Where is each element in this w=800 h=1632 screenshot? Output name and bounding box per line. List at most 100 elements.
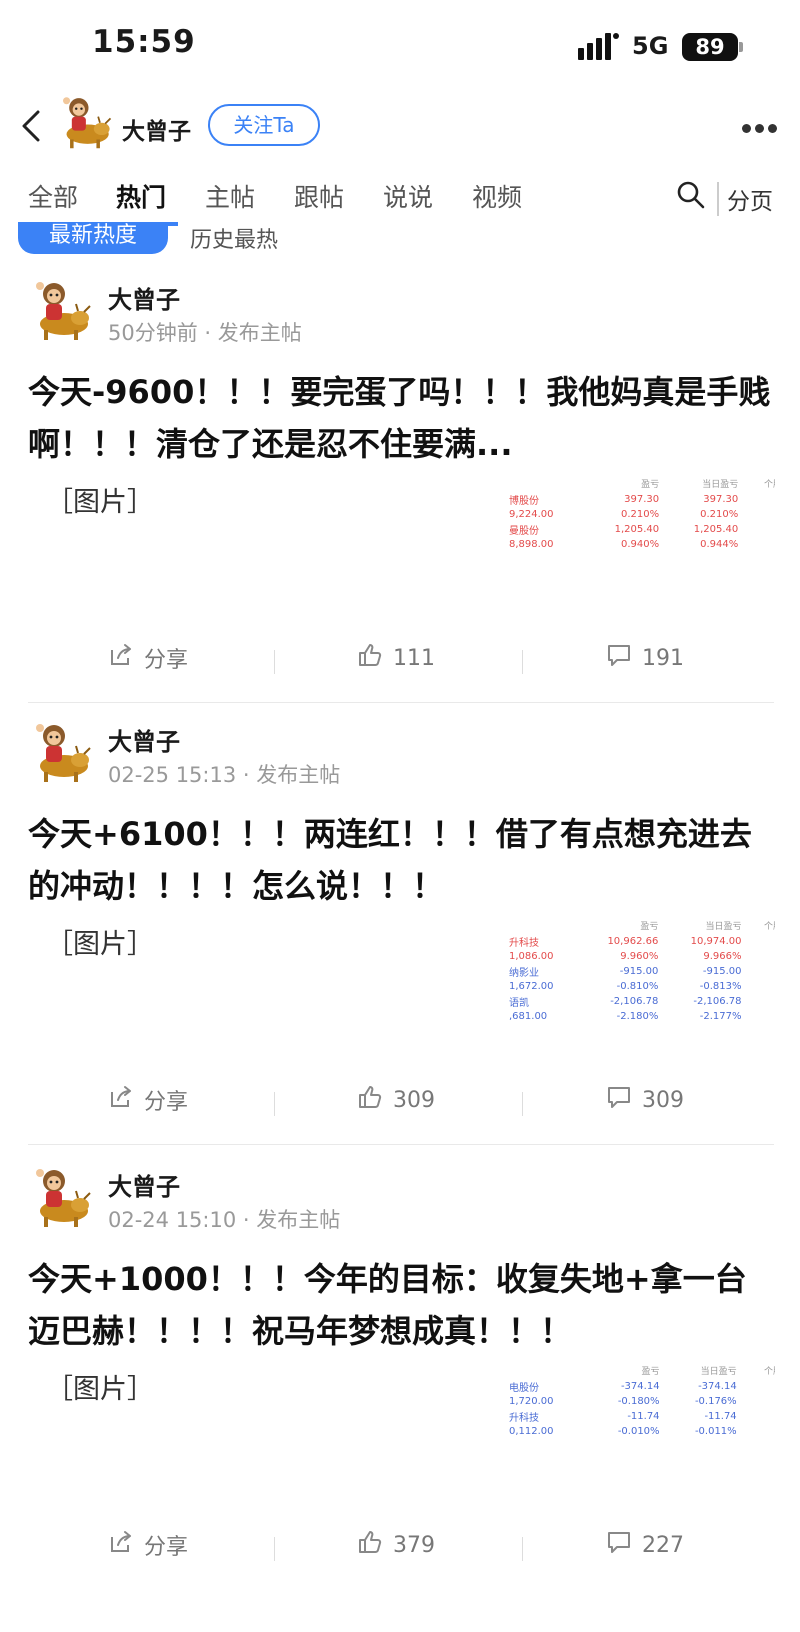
thumb-header: 盈亏 xyxy=(640,922,659,932)
thumb-cell: 博股份 xyxy=(509,496,539,507)
thumb-cell: 59. xyxy=(742,491,775,508)
like-button[interactable]: 379 xyxy=(357,1529,435,1561)
thumb-header-row: 盈亏 当日盈亏 个股仓 xyxy=(505,476,775,491)
thumb-row: 0,112.00 -0.010% -0.011% xyxy=(505,1425,775,1438)
share-icon xyxy=(108,1084,134,1116)
post-author[interactable]: 大曾子 xyxy=(108,280,180,315)
comment-count: 191 xyxy=(642,645,684,671)
divider xyxy=(274,650,275,674)
thumb-cell: 10,974.00 xyxy=(690,936,742,947)
tab-main-posts[interactable]: 主帖 xyxy=(205,178,255,214)
thumb-cell: -0.176% xyxy=(694,1396,737,1407)
thumb-cell: 0.940% xyxy=(621,539,660,550)
like-button[interactable]: 111 xyxy=(357,642,435,674)
thumb-row: 9,224.00 0.210% 0.210% xyxy=(505,508,775,521)
subtab-all-time-hot[interactable]: 历史最热 xyxy=(190,222,278,254)
battery-cap xyxy=(739,42,743,52)
share-button[interactable]: 分享 xyxy=(108,642,188,674)
share-icon xyxy=(108,642,134,674)
post-image-thumbnail[interactable]: 盈亏 当日盈亏 个股仓 电股份-374.14-374.1465.1,720.00… xyxy=(505,1363,775,1511)
thumb-row: 1,672.00 -0.810% -0.813% xyxy=(505,980,775,993)
thumb-header-row: 盈亏 当日盈亏 个股仓 xyxy=(505,1363,775,1378)
tab-replies[interactable]: 跟帖 xyxy=(294,178,344,214)
comment-button[interactable]: 227 xyxy=(606,1529,684,1561)
thumb-cell: 65. xyxy=(741,1378,775,1395)
post-text[interactable]: 今天+6100！！！两连红！！！借了有点想充进去的冲动！！！！怎么说！！！ xyxy=(28,808,778,912)
thumb-cell xyxy=(746,1010,775,1023)
tab-video[interactable]: 视频 xyxy=(472,178,522,214)
thumb-cell: 语凯 xyxy=(509,998,529,1009)
signal-icon xyxy=(578,33,619,60)
thumb-row: 纳影业 -915.00 -915.00 34. xyxy=(505,963,775,980)
comment-count: 227 xyxy=(642,1532,684,1558)
post-text[interactable]: 今天+1000！！！今年的目标：收复失地+拿一台迈巴赫！！！！祝马年梦想成真！！… xyxy=(28,1253,778,1357)
subtab-latest-hot[interactable]: 最新热度 xyxy=(18,222,168,254)
thumb-cell: -0.810% xyxy=(616,981,659,992)
thumb-header: 盈亏 xyxy=(641,480,660,490)
post-avatar[interactable] xyxy=(28,276,94,342)
like-count: 111 xyxy=(393,645,435,671)
thumb-cell: 纳影业 xyxy=(509,968,539,979)
thumb-header: 当日盈亏 xyxy=(705,922,742,932)
like-count: 379 xyxy=(393,1532,435,1558)
post-action-bar: 分享 379 227 xyxy=(0,1529,800,1569)
back-icon[interactable] xyxy=(16,108,46,144)
comment-button[interactable]: 309 xyxy=(606,1084,684,1116)
thumb-cell: 28. xyxy=(746,993,775,1010)
thumb-cell: -0.010% xyxy=(617,1426,660,1437)
avatar-monkey-on-bull[interactable] xyxy=(56,92,114,150)
more-icon[interactable] xyxy=(742,118,784,133)
follow-button[interactable]: 关注Ta xyxy=(208,104,320,146)
post-avatar[interactable] xyxy=(28,718,94,784)
thumb-row: 8,898.00 0.940% 0.944% xyxy=(505,538,775,551)
share-icon xyxy=(108,1529,134,1561)
thumb-cell: 1,205.40 xyxy=(614,524,660,535)
thumb-header-row: 盈亏 当日盈亏 个股仓 xyxy=(505,918,775,933)
thumb-cell: 曼股份 xyxy=(509,526,539,537)
comment-icon xyxy=(606,642,632,674)
thumb-cell: 34. xyxy=(741,1408,775,1425)
share-button[interactable]: 分享 xyxy=(108,1529,188,1561)
thumb-header xyxy=(505,476,584,491)
thumb-cell: 397.30 xyxy=(624,494,660,505)
thumb-cell: 34. xyxy=(746,963,775,980)
thumb-row: 曼股份1,205.401,205.4040. xyxy=(505,521,775,538)
post-image-thumbnail[interactable]: 盈亏 当日盈亏 个股仓 博股份397.30397.3059.9,224.000.… xyxy=(505,476,775,624)
share-button[interactable]: 分享 xyxy=(108,1084,188,1116)
post-author[interactable]: 大曾子 xyxy=(108,722,180,757)
thumb-cell: 0,112.00 xyxy=(509,1426,554,1437)
share-label: 分享 xyxy=(144,1090,189,1115)
thumb-row: ,681.00 -2.180% -2.177% xyxy=(505,1010,775,1023)
tab-hot[interactable]: 热门 xyxy=(116,178,166,214)
post-author[interactable]: 大曾子 xyxy=(108,1167,180,1202)
search-icon[interactable] xyxy=(676,180,706,210)
thumb-header: 当日盈亏 xyxy=(700,1367,737,1377)
like-button[interactable]: 309 xyxy=(357,1084,435,1116)
thumb-header: 盈亏 xyxy=(641,1367,660,1377)
post-divider xyxy=(28,1144,774,1145)
battery-indicator: 89 xyxy=(682,33,738,61)
thumb-cell: -0.011% xyxy=(694,1426,737,1437)
post-image-thumbnail[interactable]: 盈亏 当日盈亏 个股仓 升科技10,962.6610,974.0036.1,08… xyxy=(505,918,775,1066)
image-placeholder: ［图片］ xyxy=(46,929,154,960)
like-count: 309 xyxy=(393,1087,435,1113)
thumb-row: 语凯 -2,106.78 -2,106.78 28. xyxy=(505,993,775,1010)
thumb-row: 博股份397.30397.3059. xyxy=(505,491,775,508)
post-text[interactable]: 今天-9600！！！要完蛋了吗！！！我他妈真是手贱啊！！！清仓了还是忍不住要满.… xyxy=(28,366,778,470)
thumb-header xyxy=(505,918,579,933)
thumb-cell: -374.14 xyxy=(698,1381,737,1392)
thumb-cell: 36. xyxy=(746,933,775,950)
comment-button[interactable]: 191 xyxy=(606,642,684,674)
thumb-cell: 9,224.00 xyxy=(509,509,554,520)
divider xyxy=(274,1537,275,1561)
tab-talk[interactable]: 说说 xyxy=(383,178,433,214)
post-action-bar: 分享 111 191 xyxy=(0,642,800,682)
thumb-cell: 9.960% xyxy=(620,951,659,962)
pagination-button[interactable]: 分页 xyxy=(727,182,773,216)
thumb-cell: -11.74 xyxy=(704,1411,737,1422)
tab-all[interactable]: 全部 xyxy=(28,178,78,214)
thumb-cell: 电股份 xyxy=(509,1383,539,1394)
like-icon xyxy=(357,642,383,674)
like-icon xyxy=(357,1084,383,1116)
post-avatar[interactable] xyxy=(28,1163,94,1229)
